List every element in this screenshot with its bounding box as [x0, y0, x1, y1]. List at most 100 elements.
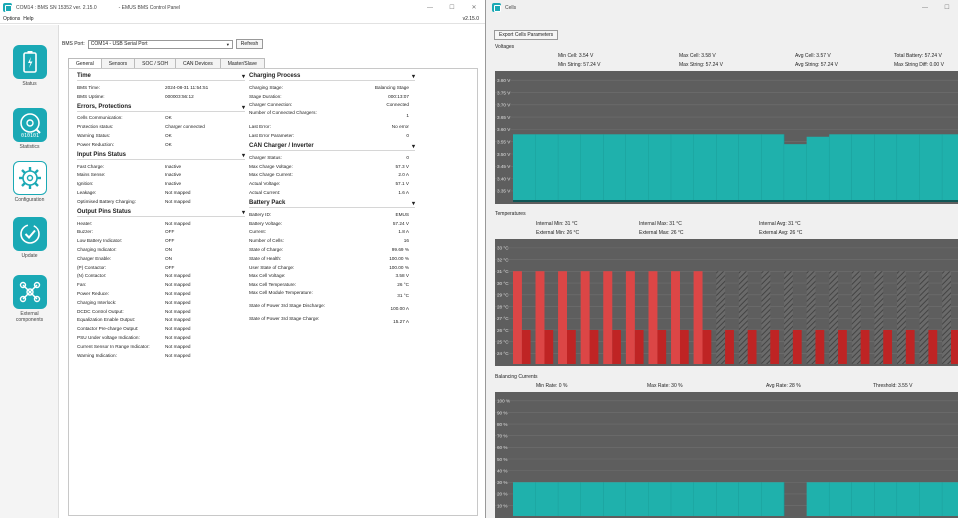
can-charger-header[interactable]: CAN Charger / Inverter: [249, 143, 415, 151]
kv-label: Ignition:: [77, 181, 94, 187]
port-selected-value: COM14 - USB Serial Port: [90, 41, 148, 47]
sidebar-item-status[interactable]: Status: [0, 45, 59, 87]
temperature-bar-external: [747, 329, 757, 364]
y-tick-label: 3.65 V: [497, 115, 511, 120]
kv-label: Cells Communication:: [77, 115, 123, 121]
configuration-gear-icon: [12, 161, 47, 195]
cell-bar: [806, 482, 830, 516]
sidebar-item-label: Update: [21, 253, 38, 259]
y-tick-label: 27 °C: [497, 316, 509, 321]
kv-value: ON: [165, 247, 173, 253]
y-tick-label: 3.45 V: [497, 164, 511, 169]
y-tick-label: 70 %: [497, 434, 507, 439]
time-section: Time BMS Time: 2024-08-31 11:54:51 BMS Upti…: [77, 73, 245, 101]
refresh-button[interactable]: Refresh: [235, 39, 264, 49]
cell-bar: [897, 482, 920, 516]
y-tick-label: 31 °C: [497, 269, 509, 274]
tab-general[interactable]: General: [68, 58, 102, 68]
kv-value: Not mapped: [165, 317, 191, 323]
kv-label: Power Reduction:: [77, 141, 114, 147]
kv-value: 1.6 A: [398, 190, 409, 196]
input-pins-header[interactable]: Input Pins Status: [77, 152, 245, 160]
menu-help[interactable]: Help: [23, 16, 33, 22]
sidebar-item-update[interactable]: Update: [0, 217, 59, 259]
cell-bar: [806, 136, 830, 202]
temperature-bar-external: [950, 329, 958, 364]
charging-section: Charging Process Charging Stage: Balancing…: [249, 73, 415, 140]
voltages-stat: Max String: 57.24 V: [679, 62, 723, 68]
tab-can-devices[interactable]: CAN Devices: [174, 58, 221, 68]
temperature-bar-external: [815, 329, 825, 364]
tab-soc-soh[interactable]: SOC / SOH: [134, 58, 176, 68]
kv-label: Max Cell Temperature:: [249, 282, 297, 288]
kv-value: Not mapped: [165, 343, 191, 349]
kv-value: OK: [165, 141, 172, 147]
temperature-bar-external: [838, 329, 847, 364]
maximize-button[interactable]: ☐: [441, 4, 463, 11]
kv-row: User State of Charge: 100.00 %: [249, 263, 415, 272]
kv-label: Max Charge Voltage:: [249, 163, 293, 169]
voltages-stat: Min Cell: 3.54 V: [558, 53, 594, 59]
sidebar-item-external-components[interactable]: External components: [0, 275, 59, 323]
cells-minimize-button[interactable]: —: [914, 5, 936, 11]
kv-row: Current: 1.8 A: [249, 228, 415, 237]
y-tick-label: 30 °C: [497, 281, 509, 286]
y-tick-label: 100 %: [497, 399, 510, 404]
tab-master-slave[interactable]: Master/Slave: [219, 58, 265, 68]
kv-value: 0: [406, 154, 409, 160]
external-components-icon: [12, 275, 47, 309]
kv-label: Actual Voltage:: [249, 181, 281, 187]
temperature-bar-internal: [693, 271, 703, 364]
kv-row: Low Battery Indicator: OFF: [77, 236, 245, 245]
kv-value: OFF: [165, 264, 175, 270]
cell-bar: [716, 482, 740, 516]
time-header[interactable]: Time: [77, 73, 245, 81]
kv-row: Contactor Pre-charge Output: Not mapped: [77, 324, 245, 333]
output-pins-header[interactable]: Output Pins Status: [77, 209, 245, 217]
input-pins-section: Input Pins StatusFast Charge:InactiveMai…: [77, 152, 245, 206]
export-cells-button[interactable]: Export Cells Parameters: [494, 30, 559, 40]
kv-row: (N) Contactor: Not mapped: [77, 272, 245, 281]
kv-row: Battery ID: EMUS: [249, 210, 415, 219]
right-column: Charging Process Charging Stage: Balancing…: [249, 73, 415, 331]
battery-pack-header[interactable]: Battery Pack: [249, 200, 415, 208]
cells-maximize-button[interactable]: ☐: [936, 4, 958, 11]
balancing-stat: Min Rate: 0 %: [536, 383, 568, 389]
temperature-bar-internal: [558, 271, 567, 364]
close-button[interactable]: ✕: [463, 4, 485, 11]
kv-label: Battery Voltage:: [249, 220, 283, 226]
sidebar: Status 010101 Statistics Configuration U…: [0, 25, 59, 518]
cell-bar: [761, 482, 785, 516]
kv-row: Cells Communication: OK: [77, 114, 245, 123]
errors-header[interactable]: Errors, Protections: [77, 104, 245, 112]
cells-titlebar[interactable]: Cells — ☐: [489, 0, 958, 15]
minimize-button[interactable]: —: [419, 5, 441, 11]
temperature-bar-internal: [874, 271, 884, 364]
kv-row: Warning Indication: Not mapped: [77, 351, 245, 360]
temperature-bar-internal: [919, 271, 929, 364]
sidebar-item-statistics[interactable]: 010101 Statistics: [0, 108, 59, 150]
version-label: v2.15.0: [462, 16, 479, 22]
port-select[interactable]: COM14 - USB Serial Port ▼: [87, 39, 233, 49]
sidebar-item-configuration[interactable]: Configuration: [0, 161, 59, 203]
temperature-bar-external: [679, 329, 689, 364]
kv-value: 100.00 A: [390, 306, 409, 312]
window-controls: — ☐ ✕: [419, 0, 485, 15]
cell-bar: [671, 134, 694, 202]
kv-row: Max Cell Temperature: 26 °C: [249, 280, 415, 289]
kv-label: Charging Indicator:: [77, 247, 117, 253]
port-row: BMS Port: COM14 - USB Serial Port ▼ Refr…: [62, 39, 264, 49]
tab-sensors[interactable]: Sensors: [100, 58, 136, 68]
temperatures-stat: External Avg: 26 °C: [759, 230, 803, 236]
sidebar-item-label: Statistics: [19, 144, 40, 150]
kv-value: 000:13:07: [388, 93, 409, 99]
cells-window-title: Cells: [505, 4, 517, 11]
kv-label: Optimised Battery Charging:: [77, 198, 136, 204]
kv-value: Not mapped: [165, 220, 191, 226]
menu-options[interactable]: Options: [3, 16, 20, 22]
temperature-bar-external: [544, 329, 554, 364]
update-check-icon: [12, 217, 47, 251]
kv-label: State of Power 3rd Stage Charge:: [249, 316, 320, 322]
charging-header[interactable]: Charging Process: [249, 73, 415, 81]
control-panel-titlebar[interactable]: COM14 : BMS SN 15352 ver. 2.15.0 - EMUS …: [0, 0, 485, 15]
